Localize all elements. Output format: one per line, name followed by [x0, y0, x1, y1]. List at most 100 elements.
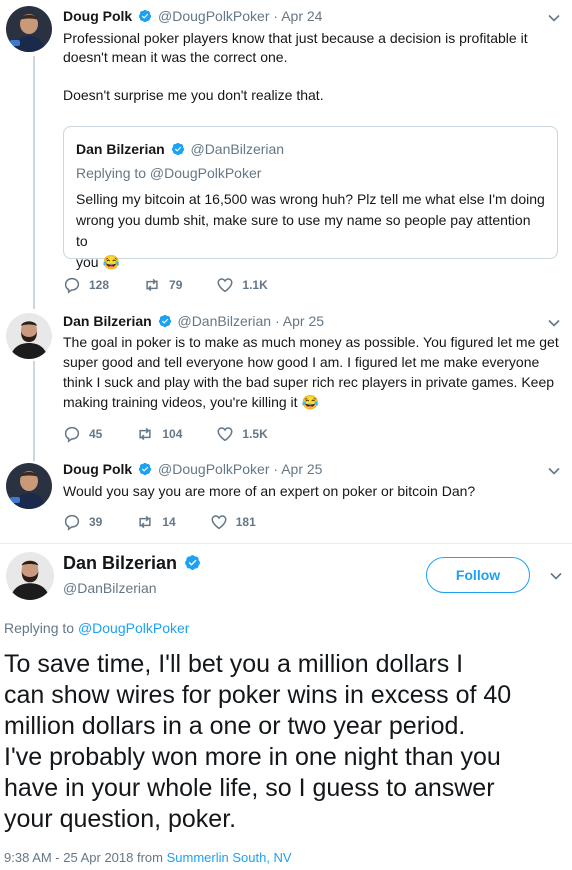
main-text-line: have in your whole life, so I guess to a…: [4, 774, 495, 802]
main-text-line: million dollars in a one or two year per…: [4, 712, 466, 740]
verified-badge-icon: [184, 554, 201, 571]
tweet-dan-bilzerian-1[interactable]: Dan Bilzerian @DanBilzerian · Apr 25 The…: [0, 305, 572, 461]
thread-line: [33, 305, 35, 309]
avatar-doug-polk[interactable]: [6, 463, 52, 509]
tweet-actions: 45 104 1.5K: [63, 425, 302, 443]
retweet-icon: [143, 276, 161, 294]
timestamp-link[interactable]: Apr 25: [281, 461, 322, 477]
tweet-text-line: making training videos, you're killing i…: [63, 394, 319, 410]
quoted-text-line: wrong you dumb shit, make sure to use my…: [76, 212, 531, 249]
main-text-line: can show wires for poker wins in excess …: [4, 681, 512, 709]
timestamp-link[interactable]: Apr 24: [281, 8, 322, 24]
retweet-button[interactable]: 104: [136, 425, 182, 443]
quoted-tweet-header: Dan Bilzerian @DanBilzerian: [76, 141, 284, 157]
like-button[interactable]: 1.1K: [216, 276, 268, 294]
separator-dot: ·: [273, 8, 279, 24]
chevron-down-icon[interactable]: [550, 572, 562, 580]
quoted-replying-to: Replying to @DougPolkPoker: [76, 165, 262, 181]
tweet-text-line: The goal in poker is to make as much mon…: [63, 334, 559, 350]
main-text-line: To save time, I'll bet you a million dol…: [4, 650, 464, 678]
heart-icon: [216, 276, 234, 294]
chevron-down-icon[interactable]: [548, 14, 560, 22]
reply-button[interactable]: 45: [63, 425, 102, 443]
heart-icon: [216, 425, 234, 443]
display-name[interactable]: Doug Polk: [63, 8, 132, 24]
tweet-footer: 9:38 AM - 25 Apr 2018 from Summerlin Sou…: [4, 850, 292, 865]
tweet-header: Dan Bilzerian @DanBilzerian · Apr 25: [63, 313, 324, 329]
verified-badge-icon: [138, 9, 152, 23]
location-link[interactable]: Summerlin South, NV: [167, 850, 292, 865]
tweet-header: Doug Polk @DougPolkPoker · Apr 25: [63, 461, 322, 477]
reply-icon: [63, 276, 81, 294]
verified-badge-icon: [138, 462, 152, 476]
tweet-text-line: Would you say you are more of an expert …: [63, 483, 476, 499]
thread-line: [33, 361, 35, 461]
verified-badge-icon: [171, 142, 185, 156]
retweet-button[interactable]: 14: [136, 513, 176, 531]
avatar-image: [6, 552, 54, 600]
tweet-text: Professional poker players know that jus…: [63, 29, 558, 105]
handle[interactable]: @DougPolkPoker: [158, 461, 270, 477]
avatar-dan-bilzerian[interactable]: [6, 313, 52, 359]
retweet-count: 104: [162, 427, 183, 441]
tweet-text-line: think I suck and play with the bad super…: [63, 374, 555, 390]
like-count: 1.5K: [242, 427, 268, 441]
avatar-image: [6, 313, 52, 359]
follow-button[interactable]: Follow: [426, 557, 530, 593]
quoted-tweet[interactable]: Dan Bilzerian @DanBilzerian Replying to …: [63, 126, 558, 270]
tweet-doug-polk-2[interactable]: Doug Polk @DougPolkPoker · Apr 25 Would …: [0, 455, 572, 543]
replying-link[interactable]: @DougPolkPoker: [78, 620, 190, 636]
chevron-down-icon[interactable]: [548, 467, 560, 475]
thread-line: [33, 56, 35, 305]
like-button[interactable]: 1.5K: [216, 425, 268, 443]
display-name[interactable]: Dan Bilzerian: [63, 313, 152, 329]
thread-line: [33, 455, 35, 459]
avatar-image: [6, 463, 52, 509]
separator-dot: ·: [273, 461, 279, 477]
retweet-icon: [136, 425, 154, 443]
retweet-count: 14: [162, 515, 176, 529]
full-timestamp[interactable]: 9:38 AM - 25 Apr 2018 from: [4, 850, 163, 865]
avatar-image: [6, 6, 52, 52]
like-button[interactable]: 181: [210, 513, 256, 531]
retweet-button[interactable]: 79: [143, 276, 182, 294]
reply-count: 39: [89, 515, 103, 529]
timestamp-link[interactable]: Apr 25: [283, 313, 324, 329]
quoted-tweet-text: Selling my bitcoin at 16,500 was wrong h…: [76, 189, 546, 273]
tweet-actions: 128 79 1.1K: [63, 276, 302, 294]
tweet-doug-polk-1[interactable]: Doug Polk @DougPolkPoker · Apr 24 Profes…: [0, 0, 572, 305]
tweet-text-line: Professional poker players know that jus…: [63, 30, 528, 46]
reply-icon: [63, 425, 81, 443]
avatar-dan-bilzerian[interactable]: [6, 552, 54, 600]
quoted-handle: @DanBilzerian: [190, 141, 285, 157]
main-display-name[interactable]: Dan Bilzerian: [63, 553, 203, 574]
handle[interactable]: @DougPolkPoker: [158, 8, 270, 24]
handle[interactable]: @DanBilzerian: [177, 313, 271, 329]
retweet-count: 79: [169, 278, 183, 292]
reply-count: 45: [89, 427, 103, 441]
divider: [0, 543, 572, 544]
tweet-actions: 39 14 181: [63, 513, 290, 531]
reply-button[interactable]: 39: [63, 513, 102, 531]
like-count: 1.1K: [242, 278, 268, 292]
avatar-doug-polk[interactable]: [6, 6, 52, 52]
retweet-icon: [136, 513, 154, 531]
reply-button[interactable]: 128: [63, 276, 109, 294]
heart-icon: [210, 513, 228, 531]
tweet-header: Doug Polk @DougPolkPoker · Apr 24: [63, 8, 322, 24]
chevron-down-icon[interactable]: [548, 319, 560, 327]
replying-prefix: Replying to: [4, 620, 75, 636]
main-text-line: your question, poker.: [4, 805, 237, 833]
tweet-text-line: doesn't mean it was the correct one.: [63, 49, 288, 65]
reply-count: 128: [89, 278, 110, 292]
verified-badge-icon: [158, 314, 172, 328]
main-text-line: I've probably won more in one night than…: [4, 743, 501, 771]
quoted-text-line: Selling my bitcoin at 16,500 was wrong h…: [76, 191, 545, 207]
main-display-name-text: Dan Bilzerian: [63, 553, 178, 573]
main-handle[interactable]: @DanBilzerian: [63, 580, 157, 596]
tweet-text: Would you say you are more of an expert …: [63, 482, 558, 501]
main-tweet-text: To save time, I'll bet you a million dol…: [4, 649, 564, 835]
separator-dot: ·: [274, 313, 280, 329]
like-count: 181: [235, 515, 256, 529]
display-name[interactable]: Doug Polk: [63, 461, 132, 477]
